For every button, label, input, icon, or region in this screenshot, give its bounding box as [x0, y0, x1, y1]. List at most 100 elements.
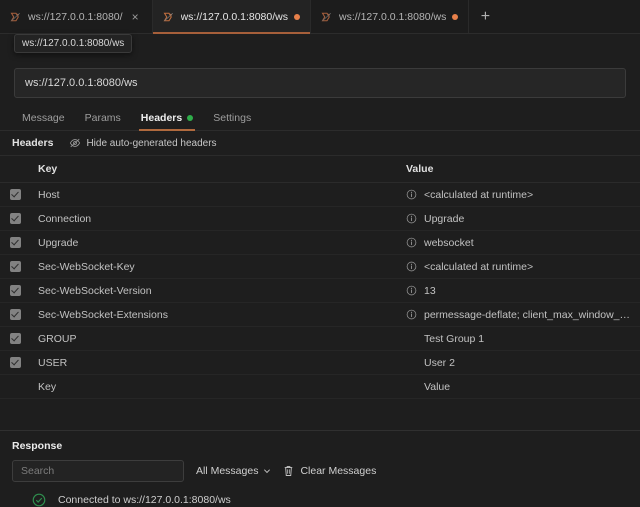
row-key[interactable]: Sec-WebSocket-Version	[32, 279, 400, 303]
message-filter-dropdown[interactable]: All Messages	[196, 465, 271, 477]
search-input[interactable]	[12, 460, 184, 482]
row-checkbox[interactable]	[10, 285, 21, 296]
row-value: 13	[424, 285, 436, 297]
url-tooltip: ws://127.0.0.1:8080/ws	[14, 34, 132, 53]
tab-close-icon[interactable]: ×	[129, 10, 142, 23]
row-checkbox-cell	[0, 231, 32, 255]
row-checkbox[interactable]	[10, 189, 21, 200]
info-icon[interactable]	[406, 309, 417, 320]
row-value-cell[interactable]: User 2	[400, 351, 640, 375]
response-log-text: Connected to ws://127.0.0.1:8080/ws	[58, 494, 231, 506]
headers-active-dot-icon	[187, 115, 193, 121]
info-icon[interactable]	[406, 285, 417, 296]
url-bar	[0, 62, 640, 106]
row-checkbox[interactable]	[10, 237, 21, 248]
info-icon[interactable]	[406, 189, 417, 200]
table-row[interactable]: Host <calculated at runtime>	[0, 183, 640, 207]
clear-messages-label: Clear Messages	[300, 465, 376, 477]
tab-headers[interactable]: Headers	[131, 106, 203, 130]
row-checkbox[interactable]	[10, 261, 21, 272]
table-row[interactable]: Sec-WebSocket-Key <calculated at runtime…	[0, 255, 640, 279]
row-value-cell[interactable]: 13	[400, 279, 640, 303]
row-value-cell[interactable]: <calculated at runtime>	[400, 255, 640, 279]
row-value: Test Group 1	[424, 333, 484, 345]
info-icon[interactable]	[406, 261, 417, 272]
tab-headers-label: Headers	[141, 112, 182, 124]
new-row-value-cell[interactable]: Value	[400, 375, 640, 399]
eye-slash-icon	[69, 138, 81, 148]
response-title: Response	[12, 440, 628, 452]
tab-ws-2[interactable]: ws://127.0.0.1:8080/ws	[311, 0, 469, 33]
row-checkbox-cell	[0, 351, 32, 375]
row-value-cell[interactable]: <calculated at runtime>	[400, 183, 640, 207]
row-checkbox[interactable]	[10, 333, 21, 344]
message-filter-label: All Messages	[196, 465, 258, 477]
new-tab-button[interactable]: +	[469, 0, 501, 33]
row-checkbox-cell	[0, 183, 32, 207]
hide-auto-generated-headers-button[interactable]: Hide auto-generated headers	[69, 138, 216, 149]
row-key[interactable]: Sec-WebSocket-Key	[32, 255, 400, 279]
row-value-cell[interactable]: permessage-deflate; client_max_window_bi…	[400, 303, 640, 327]
table-row[interactable]: Sec-WebSocket-Extensions permessage-defl…	[0, 303, 640, 327]
column-header-value: Value	[400, 156, 640, 183]
info-icon[interactable]	[406, 237, 417, 248]
table-row[interactable]: Upgrade websocket	[0, 231, 640, 255]
websocket-icon	[321, 11, 333, 23]
row-key[interactable]: Sec-WebSocket-Extensions	[32, 303, 400, 327]
tab-label: ws://127.0.0.1:8080/	[28, 11, 123, 23]
tab-ws-0[interactable]: ws://127.0.0.1:8080/ ×	[0, 0, 153, 33]
new-row-key-input[interactable]: Key	[32, 375, 400, 399]
row-value-cell[interactable]: Upgrade	[400, 207, 640, 231]
info-icon-placeholder	[406, 333, 417, 344]
row-value: websocket	[424, 237, 474, 249]
headers-table: Key Value Host <ca	[0, 156, 640, 399]
row-key[interactable]: Host	[32, 183, 400, 207]
row-value-cell[interactable]: websocket	[400, 231, 640, 255]
row-checkbox-cell	[0, 375, 32, 399]
column-header-key: Key	[32, 156, 400, 183]
row-checkbox-cell	[0, 327, 32, 351]
tab-unsaved-dot-icon	[452, 14, 458, 20]
table-row-new[interactable]: Key Value	[0, 375, 640, 399]
tab-ws-1[interactable]: ws://127.0.0.1:8080/ws	[153, 0, 311, 33]
tab-message[interactable]: Message	[12, 106, 75, 130]
new-row-value-input[interactable]: Value	[424, 381, 450, 393]
tab-settings-label: Settings	[213, 112, 251, 124]
websocket-icon	[163, 11, 175, 23]
select-all-column	[0, 156, 32, 183]
info-icon-placeholder	[406, 357, 417, 368]
info-icon[interactable]	[406, 213, 417, 224]
row-checkbox[interactable]	[10, 213, 21, 224]
row-checkbox-cell	[0, 207, 32, 231]
table-row[interactable]: USER User 2	[0, 351, 640, 375]
headers-section-label: Headers	[12, 137, 53, 149]
row-checkbox-cell	[0, 303, 32, 327]
url-input[interactable]	[14, 68, 626, 98]
table-row[interactable]: GROUP Test Group 1	[0, 327, 640, 351]
check-circle-icon	[32, 493, 46, 507]
row-checkbox[interactable]	[10, 309, 21, 320]
row-checkbox-cell	[0, 255, 32, 279]
row-key[interactable]: Upgrade	[32, 231, 400, 255]
row-value-cell[interactable]: Test Group 1	[400, 327, 640, 351]
tab-bar: ws://127.0.0.1:8080/ × ws://127.0.0.1:80…	[0, 0, 640, 34]
row-value: User 2	[424, 357, 455, 369]
row-checkbox[interactable]	[10, 357, 21, 368]
row-key[interactable]: GROUP	[32, 327, 400, 351]
row-key[interactable]: USER	[32, 351, 400, 375]
tab-settings[interactable]: Settings	[203, 106, 261, 130]
chevron-down-icon	[263, 467, 271, 475]
info-icon-placeholder	[406, 381, 417, 392]
response-toolbar: All Messages Clear Messages	[12, 460, 628, 482]
clear-messages-button[interactable]: Clear Messages	[283, 465, 376, 477]
row-key[interactable]: Connection	[32, 207, 400, 231]
table-header-row: Key Value	[0, 156, 640, 183]
tab-label: ws://127.0.0.1:8080/ws	[181, 11, 288, 23]
row-checkbox-cell	[0, 279, 32, 303]
table-row[interactable]: Sec-WebSocket-Version 13	[0, 279, 640, 303]
table-row[interactable]: Connection Upgrade	[0, 207, 640, 231]
table-empty-space	[0, 399, 640, 430]
tab-params[interactable]: Params	[75, 106, 131, 130]
tab-message-label: Message	[22, 112, 65, 124]
app-window: ws://127.0.0.1:8080/ × ws://127.0.0.1:80…	[0, 0, 640, 507]
